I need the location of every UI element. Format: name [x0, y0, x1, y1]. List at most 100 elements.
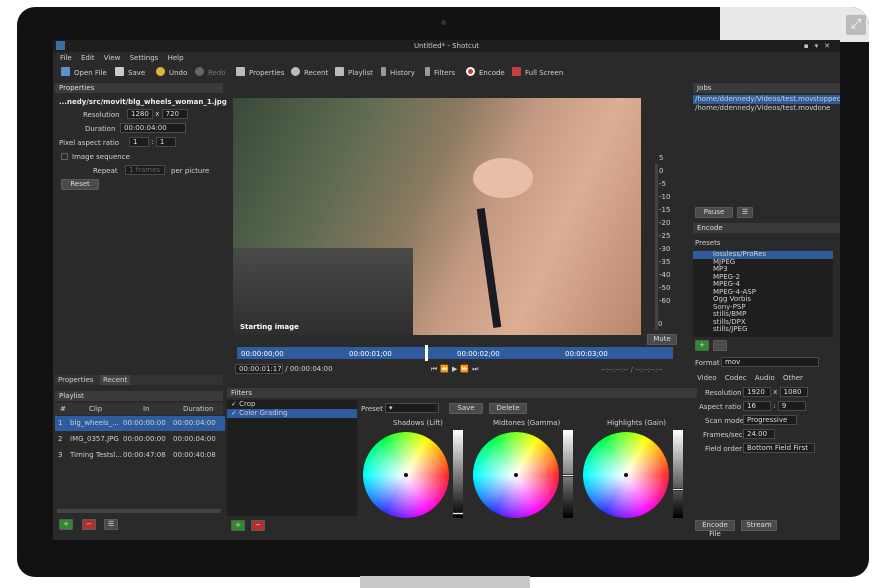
- aspect-w-field[interactable]: 16: [743, 401, 771, 411]
- tab-video[interactable]: Video: [697, 374, 717, 382]
- table-row[interactable]: 2 IMG_0357.JPG 00:00:00:00 00:00:04:00: [55, 432, 225, 447]
- meter-bar: [655, 164, 658, 330]
- undo-button[interactable]: Undo: [156, 65, 187, 81]
- reset-button[interactable]: Reset: [61, 179, 99, 190]
- playhead[interactable]: [425, 345, 428, 361]
- shadows-label: Shadows (Lift): [393, 419, 443, 427]
- field-order-dropdown[interactable]: Bottom Field First: [743, 443, 815, 453]
- fullscreen-expand-icon[interactable]: ⤢: [846, 15, 866, 35]
- mute-button[interactable]: Mute: [647, 334, 677, 345]
- repeat-field[interactable]: 1 frames: [125, 165, 165, 175]
- transport-controls[interactable]: ⏮⏪▶⏩⏭: [431, 365, 481, 374]
- resolution-width-field[interactable]: 1280: [127, 109, 153, 119]
- clock-icon: [291, 67, 300, 76]
- col-in: In: [143, 405, 150, 413]
- playlist-add-button[interactable]: +: [59, 519, 73, 530]
- tab-codec[interactable]: Codec: [725, 374, 747, 382]
- playlist-remove-button[interactable]: −: [82, 519, 96, 530]
- job-item[interactable]: /home/ddennedy/Videos/test.mov stopped: [693, 95, 840, 104]
- save-button[interactable]: Save: [115, 65, 145, 81]
- midtones-slider[interactable]: [562, 430, 574, 518]
- monitor-stand: [360, 576, 530, 588]
- timeline-ruler[interactable]: 00:00:00;00 00:00:01;00 00:00:02;00 00:0…: [237, 347, 673, 359]
- col-clip: Clip: [89, 405, 103, 413]
- preset-remove-button[interactable]: −: [713, 340, 727, 351]
- filter-add-button[interactable]: +: [231, 520, 245, 531]
- filter-item-color-grading[interactable]: ✓ Color Grading: [227, 409, 357, 418]
- menu-file[interactable]: File: [60, 54, 72, 62]
- encode-header: Encode: [693, 223, 840, 233]
- window-controls[interactable]: ▪▾✕: [804, 40, 836, 52]
- midtones-color-wheel[interactable]: [473, 432, 559, 518]
- preset-save-button[interactable]: Save: [449, 403, 483, 414]
- history-button[interactable]: History: [381, 65, 415, 81]
- table-row[interactable]: 1 blg_wheels_... 00:00:00:00 00:00:04:00: [55, 416, 225, 431]
- highlights-slider[interactable]: [672, 430, 684, 518]
- jobs-panel: Jobs /home/ddennedy/Videos/test.mov stopp…: [693, 83, 840, 221]
- resolution-height-field[interactable]: 720: [161, 109, 188, 119]
- par-a-field[interactable]: 1: [129, 137, 149, 147]
- filters-button[interactable]: Filters: [425, 65, 455, 81]
- menu-edit[interactable]: Edit: [81, 54, 95, 62]
- playlist-button[interactable]: Playlist: [335, 65, 373, 81]
- fps-label: Frames/sec: [703, 431, 743, 439]
- duration-field[interactable]: 00:00:04:00: [120, 123, 186, 133]
- meter-tick-label: -50: [659, 284, 671, 292]
- aspect-h-field[interactable]: 9: [777, 401, 806, 411]
- table-row[interactable]: 3 Timing Testsl... 00:00:47:08 00:00:40:08: [55, 448, 225, 463]
- tab-other[interactable]: Other: [783, 374, 803, 382]
- meter-zero: 0: [658, 320, 663, 328]
- tab-properties[interactable]: Properties: [58, 376, 93, 384]
- encode-tabs: Video Codec Audio Other: [697, 374, 803, 382]
- encode-file-button[interactable]: Encode File: [695, 520, 735, 538]
- res-x-label: x: [155, 110, 160, 118]
- open-file-button[interactable]: Open File: [61, 65, 107, 81]
- highlights-color-wheel[interactable]: [583, 432, 669, 518]
- redo-button[interactable]: Redo: [195, 65, 226, 81]
- stream-button[interactable]: Stream: [741, 520, 777, 531]
- preset-delete-button[interactable]: Delete: [489, 403, 527, 414]
- shadows-color-wheel[interactable]: [363, 432, 449, 518]
- preset-add-button[interactable]: +: [695, 340, 709, 351]
- repeat-label: Repeat: [93, 167, 118, 175]
- encode-height-field[interactable]: 1080: [779, 387, 808, 397]
- jobs-menu-button[interactable]: ☰: [737, 207, 753, 218]
- viewer-strap: [476, 208, 502, 328]
- filter-remove-button[interactable]: −: [251, 520, 265, 531]
- per-picture-label: per picture: [171, 167, 210, 175]
- menu-settings[interactable]: Settings: [130, 54, 159, 62]
- recent-button[interactable]: Recent: [291, 65, 328, 81]
- encode-res-x: x: [773, 388, 778, 396]
- jobs-header: Jobs: [693, 83, 840, 93]
- preset-dropdown[interactable]: ▾: [385, 403, 439, 413]
- ruler-tick-label: 00:00:02;00: [457, 350, 500, 358]
- properties-button[interactable]: Properties: [236, 65, 284, 81]
- menu-help[interactable]: Help: [168, 54, 184, 62]
- playlist-scrollbar[interactable]: [57, 509, 221, 513]
- midtones-label: Midtones (Gamma): [493, 419, 561, 427]
- tab-audio[interactable]: Audio: [755, 374, 775, 382]
- folder-icon: [61, 67, 70, 76]
- playlist-menu-button[interactable]: ☰: [104, 519, 118, 530]
- par-b-field[interactable]: 1: [155, 137, 176, 147]
- tab-recent[interactable]: Recent: [100, 375, 131, 385]
- viewer-background-dark: [233, 248, 413, 335]
- encode-button[interactable]: Encode: [466, 65, 505, 81]
- preset-item[interactable]: stills/JPEG: [693, 325, 833, 334]
- menu-view[interactable]: View: [104, 54, 121, 62]
- scan-dropdown[interactable]: Progressive: [743, 415, 797, 425]
- job-item[interactable]: /home/ddennedy/Videos/test.mov done: [693, 104, 840, 113]
- fps-field[interactable]: 24.00: [743, 429, 775, 439]
- image-sequence-checkbox[interactable]: Image sequence: [61, 153, 130, 161]
- pause-button[interactable]: Pause: [695, 207, 733, 218]
- playlist-header: Playlist: [55, 391, 223, 401]
- video-viewer[interactable]: Starting image: [233, 98, 641, 335]
- filter-item-crop[interactable]: ✓ Crop: [227, 400, 357, 409]
- encode-width-field[interactable]: 1920: [743, 387, 771, 397]
- position-field[interactable]: 00:00:01:17: [235, 364, 283, 374]
- format-dropdown[interactable]: mov: [721, 357, 819, 367]
- shadows-slider[interactable]: [452, 430, 464, 518]
- meter-tick-label: -10: [659, 193, 671, 201]
- fullscreen-button[interactable]: Full Screen: [512, 65, 563, 81]
- list-icon: [335, 67, 344, 76]
